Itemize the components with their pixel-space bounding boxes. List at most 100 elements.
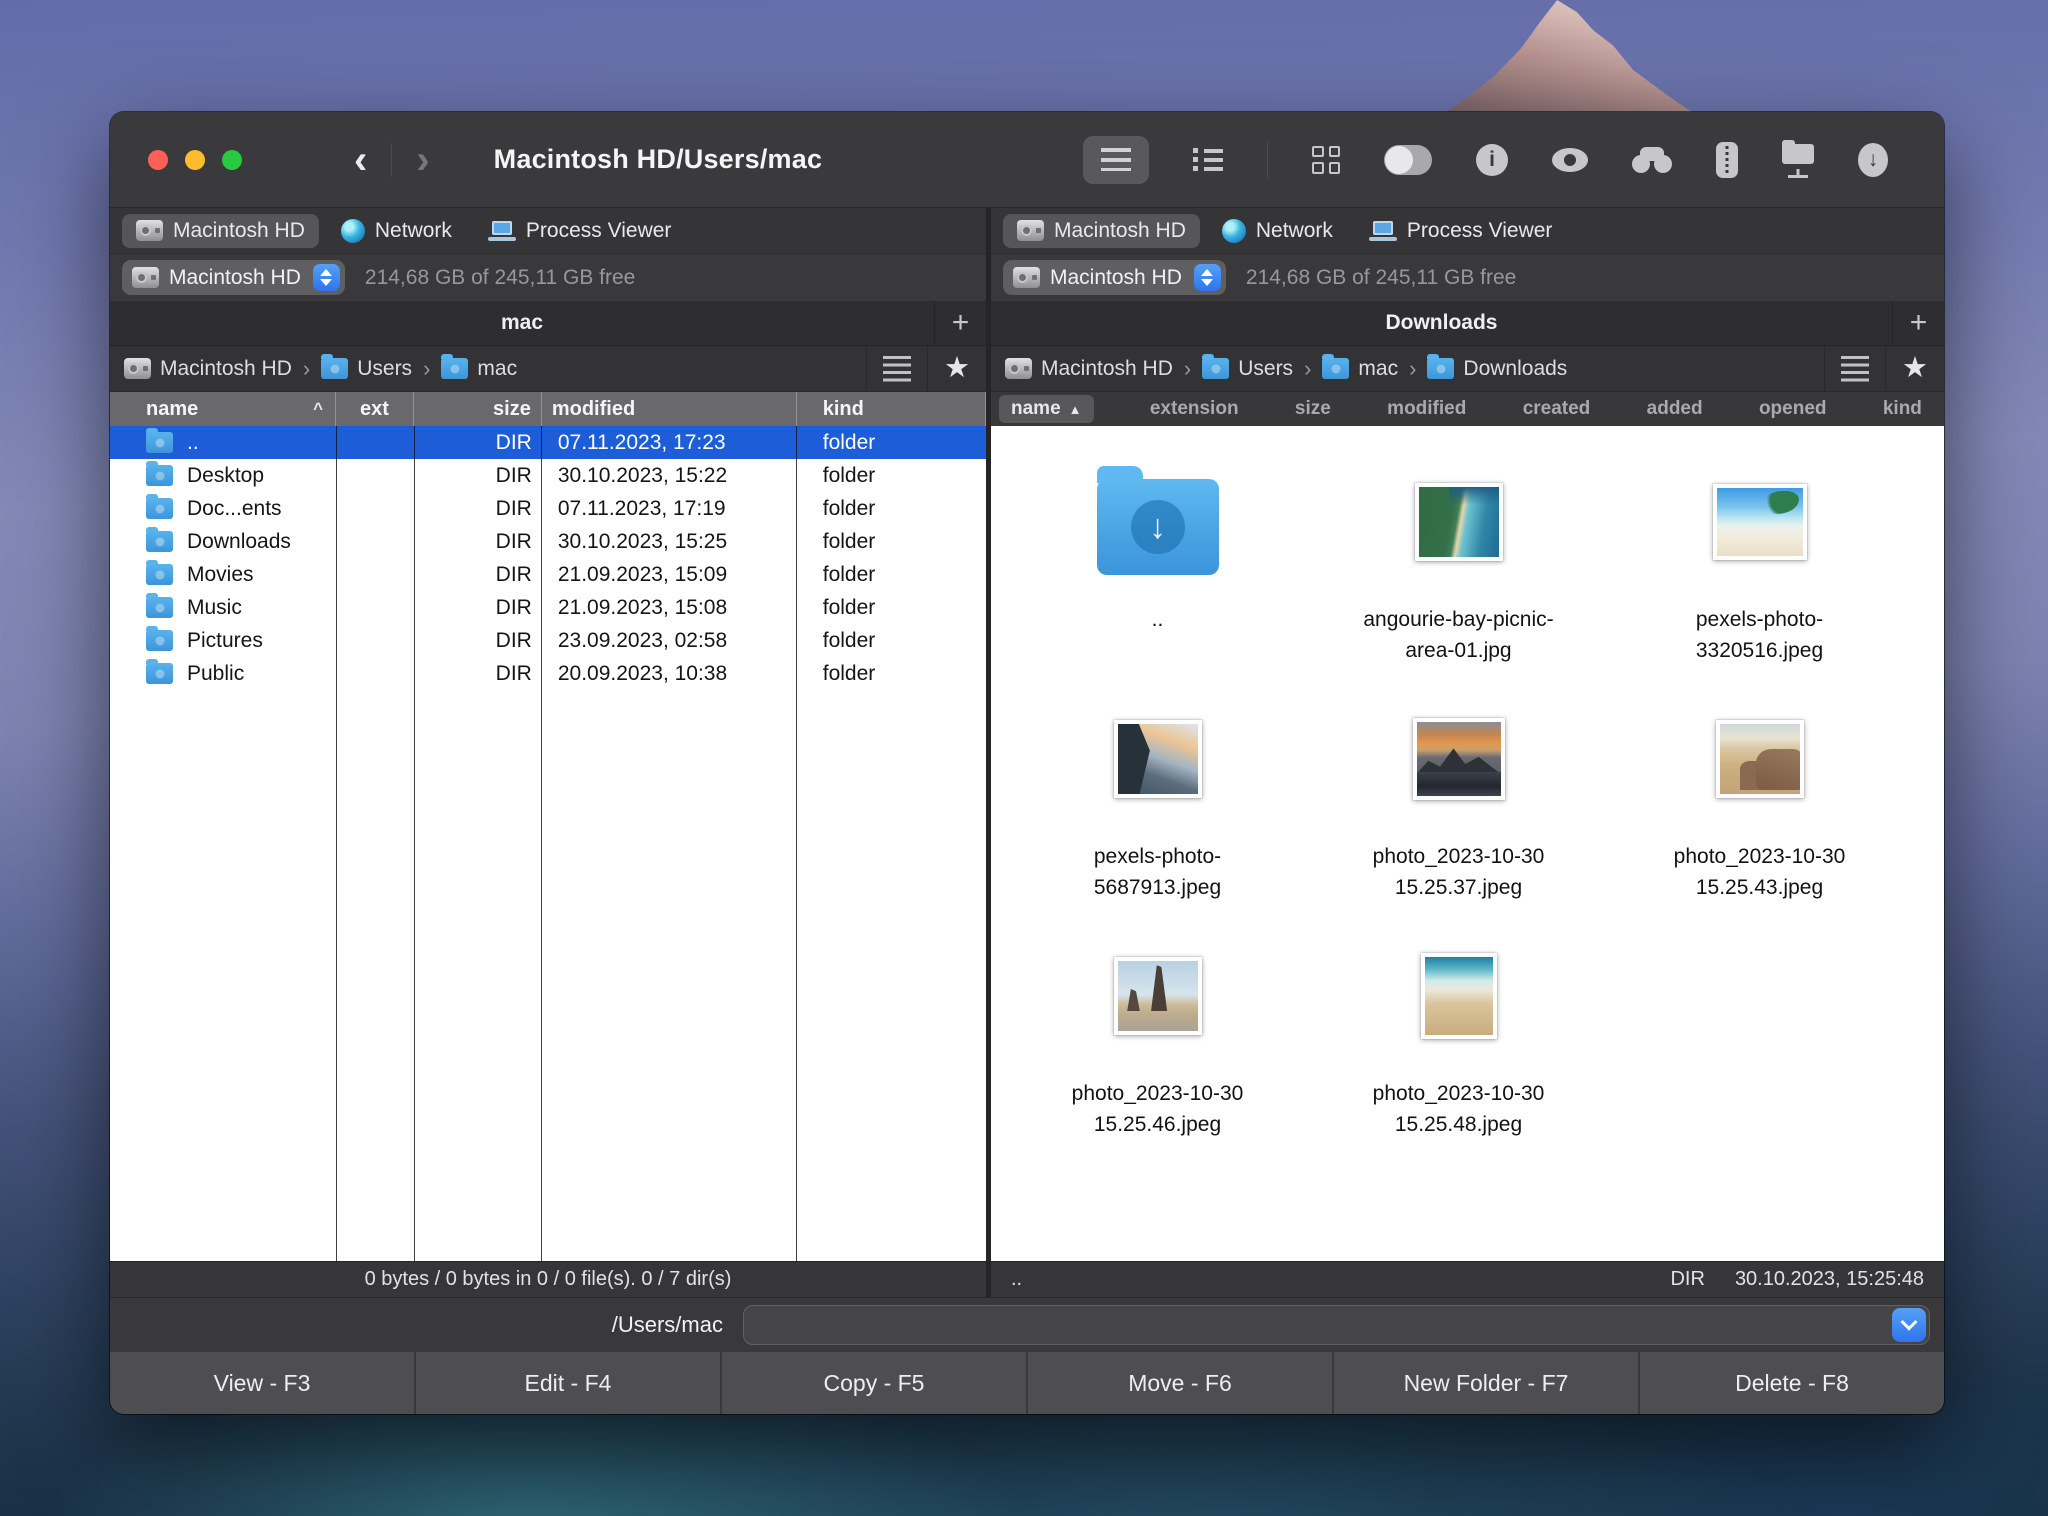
table-row[interactable]: Public DIR 20.09.2023, 10:38 folder [110, 657, 986, 690]
column-header-created[interactable]: created [1523, 398, 1591, 420]
left-breadcrumb: Macintosh HD › Users › mac ★ [110, 345, 986, 392]
tab-network[interactable]: Network [1208, 214, 1347, 248]
toggle-panel-button[interactable] [1384, 144, 1432, 175]
pane-tab-mac[interactable]: mac [110, 301, 934, 345]
file-item-parent-folder[interactable]: ↓ .. [1007, 446, 1308, 683]
tab-process-viewer[interactable]: Process Viewer [1355, 214, 1567, 248]
forward-button[interactable]: › [392, 140, 453, 180]
breadcrumb-item-users[interactable]: Users [321, 354, 412, 381]
file-kind: folder [822, 529, 876, 553]
breadcrumb-item-mac[interactable]: mac [441, 354, 517, 381]
list-view-icon [1101, 148, 1131, 171]
network-folder-icon [1782, 139, 1814, 178]
breadcrumb-item-macintosh-hd[interactable]: Macintosh HD [1005, 357, 1173, 381]
table-row[interactable]: Pictures DIR 23.09.2023, 02:58 folder [110, 624, 986, 657]
status-kind: DIR [1670, 1268, 1705, 1290]
right-pane: Macintosh HD Network Process Viewer Maci… [991, 208, 1944, 1297]
column-header-extension[interactable]: extension [1150, 398, 1239, 420]
close-button[interactable] [148, 149, 168, 170]
tab-macintosh-hd[interactable]: Macintosh HD [122, 213, 319, 248]
table-row[interactable]: Doc...ents DIR 07.11.2023, 17:19 folder [110, 492, 986, 525]
breadcrumb-item-downloads[interactable]: Downloads [1427, 354, 1568, 381]
view-menu-button[interactable] [866, 345, 927, 392]
tab-network[interactable]: Network [327, 214, 466, 248]
drive-selector[interactable]: Macintosh HD [122, 260, 345, 295]
table-row[interactable]: Downloads DIR 30.10.2023, 15:25 folder [110, 525, 986, 558]
column-header-size[interactable]: size [414, 392, 542, 426]
file-name: .. [1151, 608, 1164, 631]
tab-macintosh-hd[interactable]: Macintosh HD [1003, 213, 1200, 248]
info-button[interactable]: i [1476, 143, 1508, 176]
image-thumbnail [1712, 484, 1807, 560]
column-header-kind[interactable]: kind [1883, 398, 1922, 420]
file-ext [336, 558, 414, 591]
file-size: DIR [495, 562, 532, 586]
download-arrow-glyph: ↓ [1130, 500, 1185, 554]
file-item[interactable]: pexels-photo-3320516.jpeg [1609, 446, 1910, 683]
file-item[interactable]: angourie-bay-picnic-area-01.jpg [1308, 446, 1609, 683]
column-header-modified[interactable]: modified [1387, 398, 1466, 420]
drive-selector[interactable]: Macintosh HD [1003, 260, 1226, 295]
table-row[interactable]: Movies DIR 21.09.2023, 15:09 folder [110, 558, 986, 591]
delete-f8-button[interactable]: Delete - F8 [1638, 1352, 1944, 1414]
breadcrumb-label: Downloads [1463, 356, 1568, 380]
pane-tab-downloads[interactable]: Downloads [991, 301, 1892, 345]
move-f6-button[interactable]: Move - F6 [1026, 1352, 1332, 1414]
back-button[interactable]: ‹ [330, 140, 391, 180]
table-row[interactable]: .. DIR 07.11.2023, 17:23 folder [110, 426, 986, 459]
file-size: DIR [495, 496, 532, 520]
breadcrumb-item-macintosh-hd[interactable]: Macintosh HD [124, 357, 292, 381]
view-menu-button[interactable] [1824, 345, 1885, 392]
file-item[interactable]: photo_2023-10-30 15.25.43.jpeg [1609, 683, 1910, 920]
file-kind: folder [822, 628, 876, 652]
breadcrumb-item-users[interactable]: Users [1202, 354, 1293, 381]
file-modified: 20.09.2023, 10:38 [557, 661, 728, 685]
view-f3-button[interactable]: View - F3 [110, 1352, 414, 1414]
file-item[interactable]: photo_2023-10-30 15.25.46.jpeg [1007, 920, 1308, 1157]
download-button[interactable]: ↓ [1858, 142, 1888, 177]
laptop-icon [1368, 220, 1397, 241]
column-label: size [493, 397, 531, 420]
zoom-button[interactable] [222, 149, 242, 170]
detail-view-button[interactable] [1193, 148, 1223, 171]
column-header-size[interactable]: size [1295, 398, 1331, 420]
column-header-modified[interactable]: modified [542, 392, 797, 426]
grid-view-button[interactable] [1312, 145, 1340, 174]
copy-f5-button[interactable]: Copy - F5 [720, 1352, 1026, 1414]
favorites-button[interactable]: ★ [927, 345, 986, 392]
file-item[interactable]: pexels-photo-5687913.jpeg [1007, 683, 1308, 920]
traffic-lights [148, 149, 242, 170]
column-header-opened[interactable]: opened [1759, 398, 1827, 420]
command-history-button[interactable] [1892, 1308, 1926, 1342]
network-button[interactable] [1782, 139, 1814, 178]
column-header-ext[interactable]: ext [336, 392, 414, 426]
add-tab-button[interactable]: + [1892, 301, 1944, 345]
breadcrumb-label: Macintosh HD [160, 356, 292, 380]
minimize-button[interactable] [185, 149, 205, 170]
search-button[interactable] [1632, 146, 1672, 173]
column-header-name[interactable]: name ^ [110, 392, 336, 426]
archive-button[interactable] [1716, 141, 1738, 178]
file-item[interactable]: photo_2023-10-30 15.25.48.jpeg [1308, 920, 1609, 1157]
file-item[interactable]: photo_2023-10-30 15.25.37.jpeg [1308, 683, 1609, 920]
new-folder-f7-button[interactable]: New Folder - F7 [1332, 1352, 1638, 1414]
table-row[interactable]: Music DIR 21.09.2023, 15:08 folder [110, 591, 986, 624]
folder-icon [1427, 354, 1455, 379]
column-header-name[interactable]: name ▲ [999, 395, 1094, 423]
add-tab-button[interactable]: + [934, 301, 986, 345]
list-view-button[interactable] [1083, 135, 1149, 184]
column-header-added[interactable]: added [1647, 398, 1703, 420]
column-header-kind[interactable]: kind [797, 392, 986, 426]
tab-process-viewer[interactable]: Process Viewer [474, 214, 686, 248]
command-input[interactable] [743, 1305, 1930, 1345]
table-row[interactable]: Desktop DIR 30.10.2023, 15:22 folder [110, 459, 986, 492]
edit-f4-button[interactable]: Edit - F4 [414, 1352, 720, 1414]
favorites-button[interactable]: ★ [1885, 345, 1944, 392]
preview-button[interactable] [1552, 147, 1588, 172]
file-ext [336, 657, 414, 690]
file-name: angourie-bay-picnic-area-01.jpg [1363, 608, 1554, 662]
breadcrumb-item-mac[interactable]: mac [1322, 354, 1398, 381]
toolbar-divider [1267, 141, 1268, 178]
image-thumbnail [1715, 720, 1804, 798]
file-kind: folder [822, 430, 876, 454]
